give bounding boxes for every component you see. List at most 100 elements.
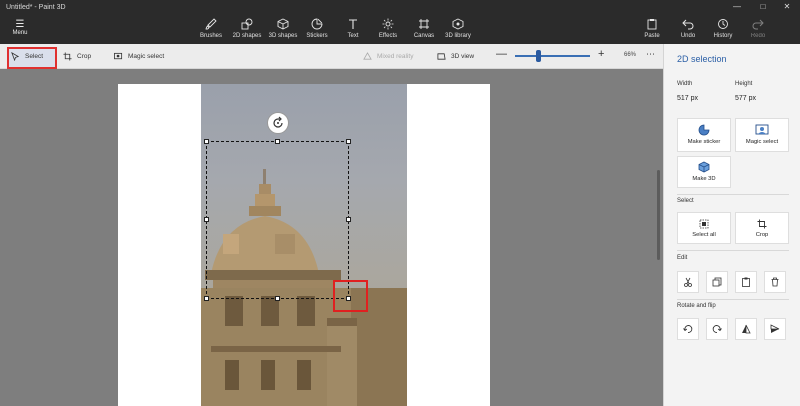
width-value[interactable]: 517 px xyxy=(677,95,698,102)
copy-button[interactable] xyxy=(706,271,728,293)
tool-3d-library[interactable]: 3D library xyxy=(438,18,478,39)
make-sticker-label: Make sticker xyxy=(687,139,721,145)
select-tool-button[interactable]: Select xyxy=(11,50,43,62)
tool-label: Effects xyxy=(378,33,398,39)
maximize-button[interactable]: □ xyxy=(756,2,770,11)
3d-shapes-icon xyxy=(277,18,289,30)
zoom-in-button[interactable]: + xyxy=(598,48,604,60)
menu-button[interactable]: ☰ Menu xyxy=(6,19,34,36)
paste-button[interactable]: Paste xyxy=(632,18,672,39)
magic-select-icon xyxy=(755,124,769,135)
selection-box[interactable] xyxy=(206,141,349,299)
3d-view-button[interactable]: 3D view xyxy=(437,50,474,62)
resize-handle-top-left[interactable] xyxy=(204,139,209,144)
tool-label: History xyxy=(713,33,733,39)
crop-panel-label: Crop xyxy=(755,232,769,238)
resize-handle-bottom[interactable] xyxy=(275,296,280,301)
history-button[interactable]: History xyxy=(703,18,743,39)
undo-button[interactable]: Undo xyxy=(668,18,708,39)
delete-button[interactable] xyxy=(764,271,786,293)
crop-label: Crop xyxy=(77,52,92,60)
redo-icon xyxy=(752,19,764,30)
scissors-icon xyxy=(684,277,692,287)
more-options-button[interactable]: ⋯ xyxy=(646,49,655,60)
tool-label: Paste xyxy=(644,33,660,39)
rotate-right-icon xyxy=(712,325,722,333)
panel-divider xyxy=(677,299,789,300)
vertical-scrollbar[interactable] xyxy=(657,170,660,260)
redo-button[interactable]: Redo xyxy=(738,18,778,39)
magic-select-icon xyxy=(114,52,123,59)
minimize-button[interactable]: — xyxy=(730,2,744,11)
crop-panel-button[interactable]: Crop xyxy=(735,212,789,244)
title-bar: Untitled* - Paint 3D — □ ✕ ☰ Menu Brushe… xyxy=(0,0,800,44)
tool-2d-shapes[interactable]: 2D shapes xyxy=(227,18,267,39)
resize-handle-right[interactable] xyxy=(346,217,351,222)
paste-icon xyxy=(742,277,750,287)
magic-select-panel-button[interactable]: Magic select xyxy=(735,118,789,152)
select-all-button[interactable]: Select all xyxy=(677,212,731,244)
select-label: Select xyxy=(25,52,44,60)
flip-vertical-icon xyxy=(742,324,751,334)
tool-label: 2D shapes xyxy=(232,33,262,39)
zoom-slider-thumb[interactable] xyxy=(536,50,541,62)
close-button[interactable]: ✕ xyxy=(780,2,794,11)
magic-select-panel-label: Magic select xyxy=(745,139,779,145)
cursor-icon xyxy=(11,51,20,61)
crop-tool-button[interactable]: Crop xyxy=(63,50,91,62)
flip-horizontal-icon xyxy=(770,324,780,333)
rotate-icon xyxy=(273,116,283,128)
corner-handle-highlight-box xyxy=(333,280,368,312)
panel-divider xyxy=(677,250,789,251)
crop-icon xyxy=(757,219,767,229)
resize-handle-bottom-left[interactable] xyxy=(204,296,209,301)
select-section-label: Select xyxy=(677,198,694,204)
rotate-right-button[interactable] xyxy=(706,318,728,340)
zoom-percent: 66% xyxy=(624,52,637,58)
paste-icon xyxy=(647,19,657,30)
height-label: Height xyxy=(735,81,753,87)
tool-label: Undo xyxy=(680,33,696,39)
menu-icon: ☰ xyxy=(15,19,25,30)
tool-label: Brushes xyxy=(199,33,222,39)
tool-text[interactable]: Text xyxy=(333,18,373,39)
edit-section-label: Edit xyxy=(677,255,688,261)
zoom-slider-track[interactable] xyxy=(515,55,590,57)
resize-handle-left[interactable] xyxy=(204,217,209,222)
select-all-label: Select all xyxy=(692,232,716,238)
tool-effects[interactable]: Effects xyxy=(368,18,408,39)
flip-vertical-button[interactable] xyxy=(735,318,757,340)
paste-panel-button[interactable] xyxy=(735,271,757,293)
zoom-out-button[interactable]: — xyxy=(496,48,507,60)
rotate-left-button[interactable] xyxy=(677,318,699,340)
cube-icon xyxy=(698,161,710,173)
mixed-reality-icon xyxy=(363,51,372,60)
rotate-handle[interactable] xyxy=(267,112,289,134)
make-sticker-button[interactable]: Make sticker xyxy=(677,118,731,152)
sticker-icon xyxy=(698,124,710,136)
cut-button[interactable] xyxy=(677,271,699,293)
resize-handle-top-right[interactable] xyxy=(346,139,351,144)
flip-horizontal-button[interactable] xyxy=(764,318,786,340)
mixed-reality-button[interactable]: Mixed reality xyxy=(363,50,413,62)
tool-brushes[interactable]: Brushes xyxy=(191,18,231,39)
text-icon xyxy=(349,19,357,29)
brush-icon xyxy=(205,18,217,30)
resize-handle-top[interactable] xyxy=(275,139,280,144)
window-title: Untitled* - Paint 3D xyxy=(6,4,66,11)
height-value[interactable]: 577 px xyxy=(735,95,756,102)
tool-stickers[interactable]: Stickers xyxy=(297,18,337,39)
3d-view-label: 3D view xyxy=(451,52,475,60)
mixed-reality-label: Mixed reality xyxy=(377,52,414,60)
3d-library-icon xyxy=(452,18,464,30)
make-3d-button[interactable]: Make 3D xyxy=(677,156,731,188)
effects-icon xyxy=(382,18,394,30)
panel-title: 2D selection xyxy=(677,54,727,64)
magic-select-label: Magic select xyxy=(128,52,165,60)
tool-label: Stickers xyxy=(306,33,328,39)
trash-icon xyxy=(771,277,779,287)
panel-divider xyxy=(677,194,789,195)
magic-select-tool-button[interactable]: Magic select xyxy=(114,50,164,62)
stickers-icon xyxy=(311,18,323,30)
tool-label: Redo xyxy=(750,33,766,39)
